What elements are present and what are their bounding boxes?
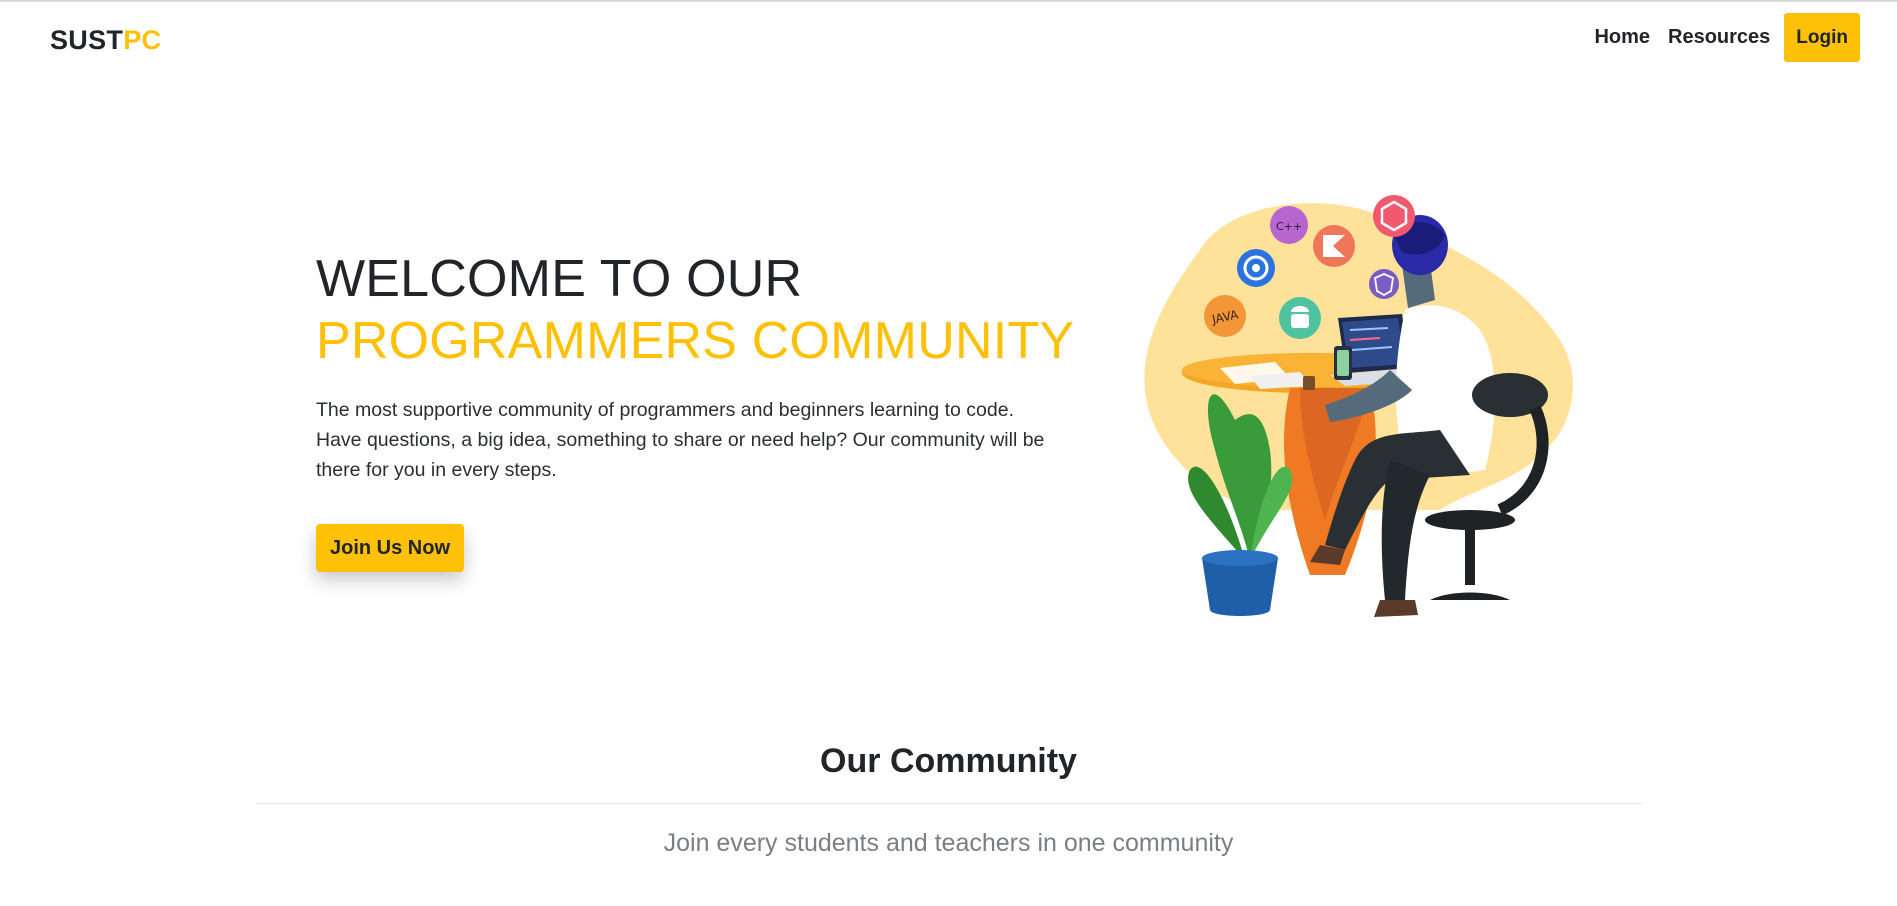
nav-link-home[interactable]: Home — [1590, 18, 1654, 57]
ionic-icon — [1237, 249, 1275, 287]
programmer-illustration: C++ JAVA — [1144, 195, 1573, 617]
hero-title-line1: WELCOME TO OUR — [316, 250, 803, 308]
hero-title-line2: PROGRAMMERS COMMUNITY — [316, 312, 1075, 370]
join-us-button[interactable]: Join Us Now — [316, 524, 464, 572]
nav-links: Home Resources Login — [1590, 13, 1860, 62]
brand-text-primary: SUST — [50, 25, 124, 55]
navbar: SUSTPC Home Resources Login — [0, 2, 1897, 78]
java-icon: JAVA — [1204, 295, 1246, 337]
cplusplus-icon: C++ — [1270, 206, 1308, 244]
nav-link-resources[interactable]: Resources — [1664, 18, 1774, 57]
community-section-title: Our Community — [820, 742, 1077, 780]
android-icon — [1279, 297, 1321, 339]
angular-icon — [1369, 269, 1399, 299]
kotlin-icon — [1313, 225, 1355, 267]
brand-text-accent: PC — [123, 25, 162, 55]
section-divider — [256, 803, 1642, 804]
hero-title: WELCOME TO OUR PROGRAMMERS COMMUNITY — [316, 248, 1074, 372]
cplusplus-label: C++ — [1276, 220, 1302, 233]
nodejs-icon — [1373, 195, 1415, 237]
login-button[interactable]: Login — [1784, 13, 1860, 62]
brand-logo[interactable]: SUSTPC — [50, 25, 161, 56]
hero-description: The most supportive community of program… — [316, 399, 1045, 481]
community-section-subtitle: Join every students and teachers in one … — [663, 829, 1234, 857]
